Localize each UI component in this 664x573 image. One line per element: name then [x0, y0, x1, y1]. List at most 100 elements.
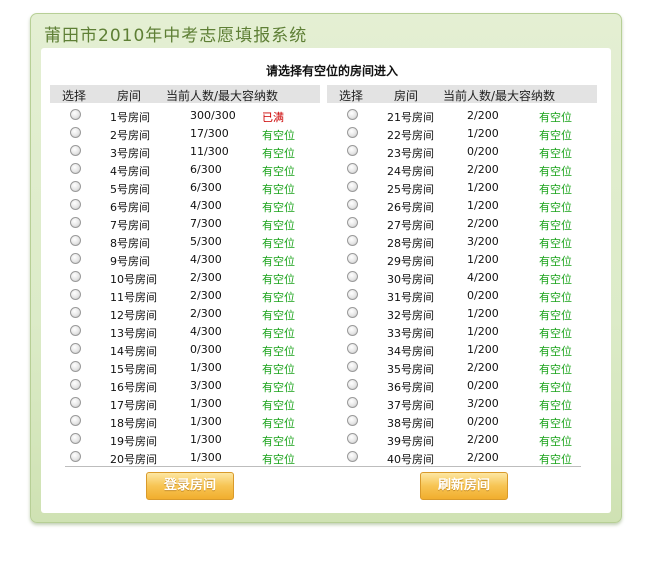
- room-status: 有空位: [539, 435, 572, 448]
- room-name: 14号房间: [110, 345, 157, 358]
- room-status: 有空位: [539, 291, 572, 304]
- room-radio[interactable]: [70, 415, 81, 426]
- room-radio[interactable]: [347, 361, 358, 372]
- room-name: 29号房间: [387, 255, 434, 268]
- room-row: 33号房间 1/200 有空位: [327, 322, 597, 340]
- room-radio[interactable]: [70, 253, 81, 264]
- room-radio[interactable]: [347, 271, 358, 282]
- room-name: 25号房间: [387, 183, 434, 196]
- room-row: 40号房间 2/200 有空位: [327, 448, 597, 466]
- room-radio[interactable]: [70, 145, 81, 156]
- room-status: 有空位: [539, 129, 572, 142]
- room-radio[interactable]: [347, 181, 358, 192]
- room-radio[interactable]: [347, 433, 358, 444]
- room-status: 有空位: [262, 399, 295, 412]
- room-name: 37号房间: [387, 399, 434, 412]
- room-occupancy: 0/200: [467, 145, 499, 158]
- room-name: 3号房间: [110, 147, 150, 160]
- room-status: 有空位: [262, 309, 295, 322]
- room-radio[interactable]: [347, 307, 358, 318]
- login-room-button[interactable]: 登录房间: [146, 472, 234, 500]
- page-heading: 请选择有空位的房间进入: [265, 64, 398, 78]
- room-status: 有空位: [539, 111, 572, 124]
- refresh-room-button[interactable]: 刷新房间: [420, 472, 508, 500]
- room-status: 有空位: [539, 363, 572, 376]
- room-radio[interactable]: [70, 199, 81, 210]
- room-radio[interactable]: [347, 451, 358, 462]
- room-occupancy: 2/200: [467, 109, 499, 122]
- room-status: 有空位: [539, 345, 572, 358]
- room-occupancy: 1/200: [467, 127, 499, 140]
- room-radio[interactable]: [347, 289, 358, 300]
- room-name: 26号房间: [387, 201, 434, 214]
- room-occupancy: 1/300: [190, 415, 222, 428]
- room-status: 有空位: [262, 147, 295, 160]
- room-radio[interactable]: [70, 397, 81, 408]
- column-select: 选择: [339, 89, 364, 103]
- room-name: 35号房间: [387, 363, 434, 376]
- room-status: 有空位: [539, 183, 572, 196]
- room-row: 9号房间 4/300 有空位: [50, 250, 320, 268]
- room-name: 12号房间: [110, 309, 157, 322]
- room-radio[interactable]: [347, 343, 358, 354]
- room-radio[interactable]: [70, 163, 81, 174]
- room-radio[interactable]: [347, 163, 358, 174]
- room-occupancy: 3/200: [467, 235, 499, 248]
- room-occupancy: 0/300: [190, 343, 222, 356]
- room-name: 24号房间: [387, 165, 434, 178]
- room-status: 有空位: [539, 255, 572, 268]
- room-occupancy: 17/300: [190, 127, 229, 140]
- room-radio[interactable]: [70, 217, 81, 228]
- room-radio[interactable]: [70, 343, 81, 354]
- room-status: 有空位: [262, 363, 295, 376]
- room-radio[interactable]: [347, 145, 358, 156]
- room-name: 15号房间: [110, 363, 157, 376]
- room-radio[interactable]: [70, 127, 81, 138]
- room-radio[interactable]: [70, 181, 81, 192]
- room-name: 33号房间: [387, 327, 434, 340]
- room-occupancy: 300/300: [190, 109, 236, 122]
- room-radio[interactable]: [347, 199, 358, 210]
- room-name: 38号房间: [387, 417, 434, 430]
- column-room: 房间: [117, 89, 142, 103]
- room-row: 2号房间 17/300 有空位: [50, 124, 320, 142]
- room-row: 16号房间 3/300 有空位: [50, 376, 320, 394]
- room-radio[interactable]: [70, 433, 81, 444]
- room-row: 15号房间 1/300 有空位: [50, 358, 320, 376]
- room-radio[interactable]: [347, 325, 358, 336]
- room-row: 35号房间 2/200 有空位: [327, 358, 597, 376]
- room-radio[interactable]: [347, 253, 358, 264]
- room-radio[interactable]: [70, 271, 81, 282]
- room-radio[interactable]: [70, 289, 81, 300]
- room-radio[interactable]: [347, 379, 358, 390]
- room-radio[interactable]: [347, 415, 358, 426]
- room-occupancy: 2/300: [190, 289, 222, 302]
- room-occupancy: 11/300: [190, 145, 229, 158]
- room-radio[interactable]: [347, 217, 358, 228]
- room-radio[interactable]: [70, 451, 81, 462]
- room-name: 30号房间: [387, 273, 434, 286]
- room-name: 7号房间: [110, 219, 150, 232]
- room-name: 27号房间: [387, 219, 434, 232]
- room-row: 19号房间 1/300 有空位: [50, 430, 320, 448]
- room-radio[interactable]: [347, 235, 358, 246]
- left-table-header: 选择 房间 当前人数/最大容纳数: [50, 85, 320, 103]
- room-name: 8号房间: [110, 237, 150, 250]
- room-radio[interactable]: [70, 325, 81, 336]
- room-name: 22号房间: [387, 129, 434, 142]
- room-name: 10号房间: [110, 273, 157, 286]
- room-radio[interactable]: [70, 307, 81, 318]
- room-row: 17号房间 1/300 有空位: [50, 394, 320, 412]
- room-radio[interactable]: [70, 235, 81, 246]
- room-radio[interactable]: [347, 397, 358, 408]
- room-radio[interactable]: [347, 127, 358, 138]
- room-radio[interactable]: [70, 361, 81, 372]
- room-occupancy: 7/300: [190, 217, 222, 230]
- room-radio[interactable]: [70, 379, 81, 390]
- room-row: 24号房间 2/200 有空位: [327, 160, 597, 178]
- room-row: 14号房间 0/300 有空位: [50, 340, 320, 358]
- room-radio[interactable]: [70, 109, 81, 120]
- room-row: 26号房间 1/200 有空位: [327, 196, 597, 214]
- room-radio[interactable]: [347, 109, 358, 120]
- system-title: 莆田市2010年中考志愿填报系统: [44, 26, 308, 46]
